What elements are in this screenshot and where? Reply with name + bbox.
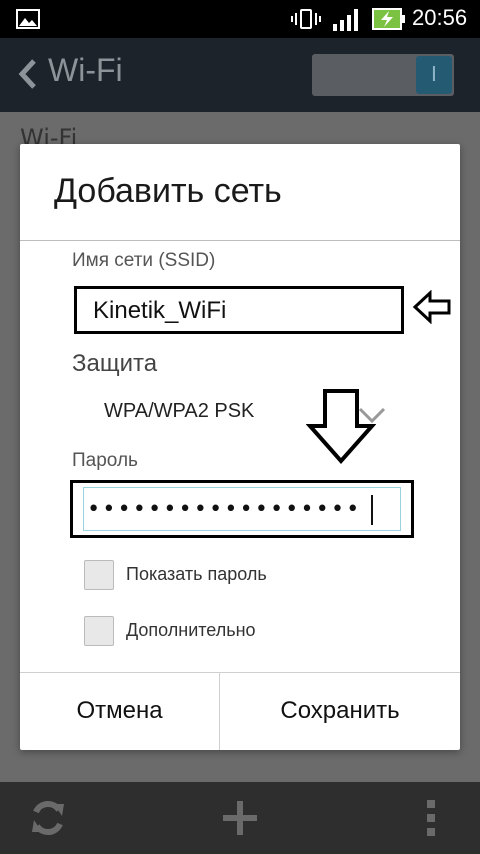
- add-network-dialog: Добавить сеть Имя сети (SSID) Kinetik_Wi…: [20, 144, 460, 750]
- cancel-button[interactable]: Отмена: [20, 673, 219, 750]
- security-label: Защита: [72, 350, 158, 377]
- save-button[interactable]: Сохранить: [220, 673, 460, 750]
- text-caret: [371, 495, 373, 525]
- title-divider: [20, 240, 460, 241]
- back-chevron-icon[interactable]: [18, 58, 38, 94]
- action-bar: Wi-Fi I: [0, 38, 480, 112]
- wifi-toggle-knob: I: [416, 56, 452, 94]
- dialog-title: Добавить сеть: [54, 172, 282, 210]
- bottom-bar: [0, 782, 480, 854]
- refresh-icon[interactable]: [28, 798, 68, 842]
- show-password-checkbox[interactable]: [84, 560, 114, 590]
- arrow-left-icon: [412, 289, 452, 328]
- ssid-input[interactable]: Kinetik_WiFi: [74, 286, 404, 334]
- show-password-label: Показать пароль: [126, 564, 267, 584]
- arrow-down-icon: [305, 388, 377, 468]
- gallery-icon: [16, 9, 40, 33]
- toggle-label: I: [431, 62, 437, 86]
- security-value: WPA/WPA2 PSK: [104, 400, 255, 422]
- password-label: Пароль: [72, 450, 138, 471]
- advanced-checkbox[interactable]: [84, 616, 114, 646]
- password-value: ••••••••••••••••••: [87, 497, 362, 522]
- status-bar: 20:56: [0, 0, 480, 38]
- signal-icon: [332, 8, 360, 36]
- ssid-label: Имя сети (SSID): [72, 250, 216, 271]
- status-time: 20:56: [412, 5, 468, 30]
- vibrate-icon: [291, 8, 321, 34]
- more-options-icon[interactable]: [424, 798, 438, 842]
- advanced-label: Дополнительно: [126, 620, 256, 640]
- action-bar-title: Wi-Fi: [48, 52, 123, 88]
- password-input[interactable]: ••••••••••••••••••: [70, 480, 414, 538]
- wifi-toggle[interactable]: I: [312, 54, 454, 96]
- battery-charging-icon: [372, 6, 406, 36]
- add-icon[interactable]: [222, 800, 258, 840]
